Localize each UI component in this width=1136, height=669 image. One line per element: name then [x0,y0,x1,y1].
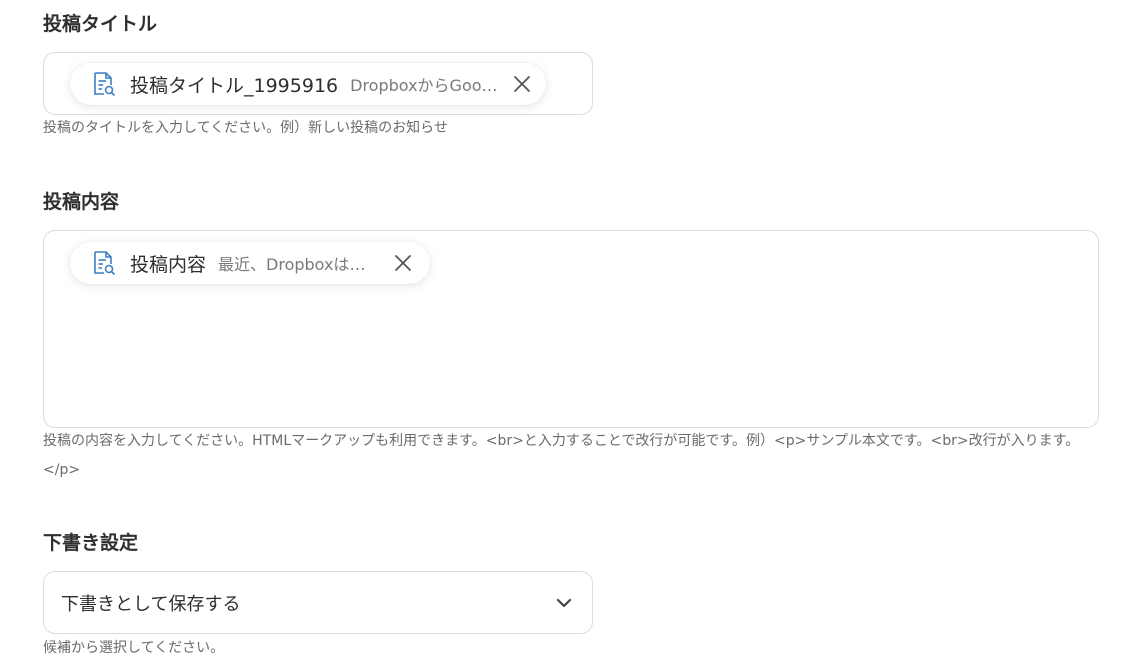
content-field-helper: 投稿の内容を入力してください。HTMLマークアップも利用できます。<br>と入力… [43,433,1080,449]
close-icon[interactable] [392,252,414,274]
draft-select[interactable]: 下書きとして保存する [43,571,593,634]
draft-select-value: 下書きとして保存する [61,594,241,615]
chevron-down-icon[interactable] [554,593,574,613]
document-search-icon [92,250,116,276]
content-field-label: 投稿内容 [43,191,120,213]
close-icon[interactable] [512,73,532,95]
content-field[interactable]: 投稿内容 最近、Dropboxはフ... [43,230,1099,428]
title-chip-value: DropboxからGoog... [350,76,499,95]
content-chip-value: 最近、Dropboxはフ... [218,255,379,274]
title-variable-chip[interactable]: 投稿タイトル_1995916 DropboxからGoog... [70,63,546,105]
title-field-helper: 投稿のタイトルを入力してください。例）新しい投稿のお知らせ [43,120,448,136]
title-field[interactable]: 投稿タイトル_1995916 DropboxからGoog... [43,52,593,115]
content-field-helper-continued: </p> [43,462,81,478]
document-search-icon [92,71,116,97]
content-chip-name: 投稿内容 [130,253,207,276]
draft-field-helper: 候補から選択してください。 [43,640,225,656]
title-field-label: 投稿タイトル [43,13,158,35]
draft-field-label: 下書き設定 [43,532,139,554]
content-variable-chip[interactable]: 投稿内容 最近、Dropboxはフ... [70,242,430,284]
title-chip-name: 投稿タイトル_1995916 [130,74,339,97]
